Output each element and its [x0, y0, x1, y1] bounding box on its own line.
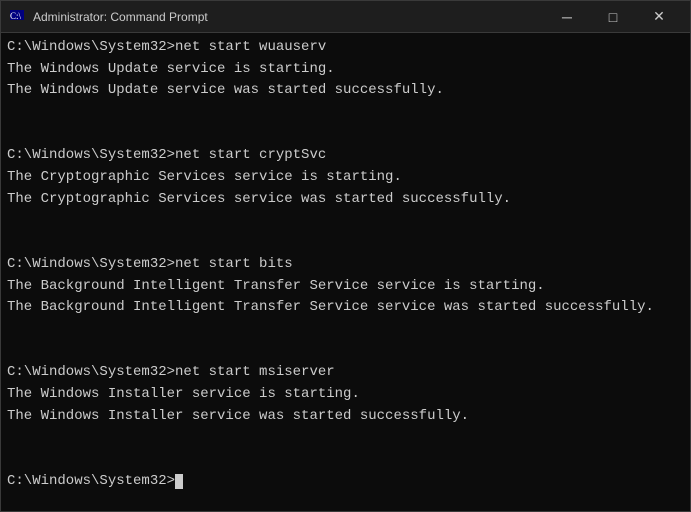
output-line: The Background Intelligent Transfer Serv… [7, 297, 684, 319]
output-line: The Windows Installer service is startin… [7, 384, 684, 406]
empty-line [7, 211, 684, 233]
empty-line [7, 232, 684, 254]
output-line: The Windows Update service was started s… [7, 80, 684, 102]
empty-line [7, 449, 684, 471]
prompt-line: C:\Windows\System32>net start cryptSvc [7, 145, 684, 167]
cursor [175, 474, 183, 489]
empty-line [7, 319, 684, 341]
cmd-icon: C:\ [9, 9, 25, 25]
cursor-prompt-line: C:\Windows\System32> [7, 471, 684, 493]
title-bar: C:\ Administrator: Command Prompt ─ □ ✕ [1, 1, 690, 33]
output-line: The Background Intelligent Transfer Serv… [7, 276, 684, 298]
svg-text:C:\: C:\ [10, 11, 22, 21]
prompt-line: C:\Windows\System32>net start msiserver [7, 362, 684, 384]
empty-line [7, 102, 684, 124]
empty-line [7, 124, 684, 146]
minimize-button[interactable]: ─ [544, 1, 590, 33]
output-line: The Cryptographic Services service is st… [7, 167, 684, 189]
command-prompt-window: C:\ Administrator: Command Prompt ─ □ ✕ … [0, 0, 691, 512]
prompt-line: C:\Windows\System32>net start wuauserv [7, 37, 684, 59]
output-line: The Windows Installer service was starte… [7, 406, 684, 428]
prompt-line: C:\Windows\System32>net start bits [7, 254, 684, 276]
output-line: The Windows Update service is starting. [7, 59, 684, 81]
terminal-body[interactable]: C:\Windows\System32>net start wuauservTh… [1, 33, 690, 511]
close-button[interactable]: ✕ [636, 1, 682, 33]
empty-line [7, 341, 684, 363]
empty-line [7, 427, 684, 449]
window-title: Administrator: Command Prompt [33, 10, 544, 24]
maximize-button[interactable]: □ [590, 1, 636, 33]
output-line: The Cryptographic Services service was s… [7, 189, 684, 211]
window-controls: ─ □ ✕ [544, 1, 682, 33]
